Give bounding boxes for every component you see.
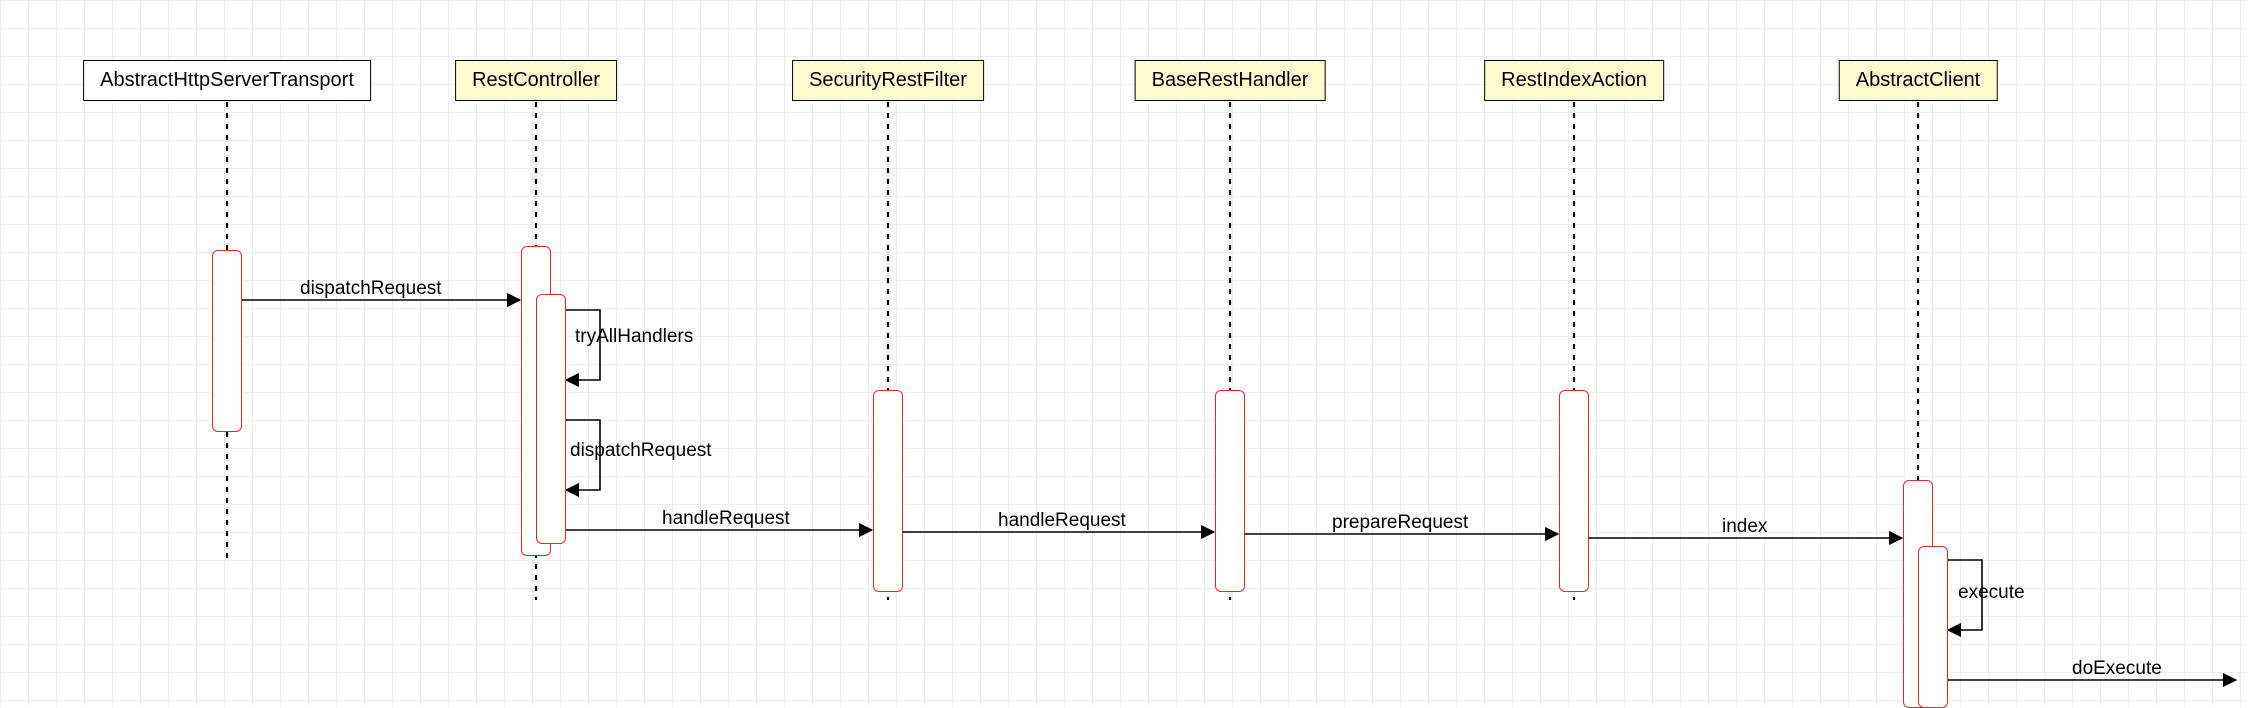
sequence-diagram: AbstractHttpServerTransport RestControll… (0, 0, 2248, 706)
activation-p5 (1559, 390, 1589, 592)
activation-p2-nested (536, 294, 566, 544)
participant-abstract-client[interactable]: AbstractClient (1839, 60, 1998, 101)
activation-p4 (1215, 390, 1245, 592)
message-prepare-request: prepareRequest (1332, 512, 1468, 534)
participant-abstract-http-server-transport[interactable]: AbstractHttpServerTransport (83, 60, 371, 101)
participant-rest-index-action[interactable]: RestIndexAction (1484, 60, 1664, 101)
message-index: index (1722, 516, 1767, 538)
participant-label: BaseRestHandler (1152, 69, 1309, 91)
participant-label: RestController (472, 69, 600, 91)
participant-rest-controller[interactable]: RestController (455, 60, 617, 101)
message-handle-request-2: handleRequest (998, 510, 1126, 532)
participant-label: AbstractHttpServerTransport (100, 69, 354, 91)
activation-p6-nested (1918, 546, 1948, 708)
participant-label: SecurityRestFilter (809, 69, 967, 91)
activation-p3 (873, 390, 903, 592)
message-handle-request-1: handleRequest (662, 508, 790, 530)
message-try-all-handlers: tryAllHandlers (575, 326, 693, 348)
message-execute: execute (1958, 582, 2025, 604)
message-do-execute: doExecute (2072, 658, 2162, 680)
participant-base-rest-handler[interactable]: BaseRestHandler (1135, 60, 1326, 101)
participant-security-rest-filter[interactable]: SecurityRestFilter (792, 60, 984, 101)
participant-label: AbstractClient (1856, 69, 1981, 91)
message-dispatch-request-2: dispatchRequest (570, 440, 712, 462)
participant-label: RestIndexAction (1501, 69, 1647, 91)
activation-p1 (212, 250, 242, 432)
message-dispatch-request-1: dispatchRequest (300, 278, 442, 300)
